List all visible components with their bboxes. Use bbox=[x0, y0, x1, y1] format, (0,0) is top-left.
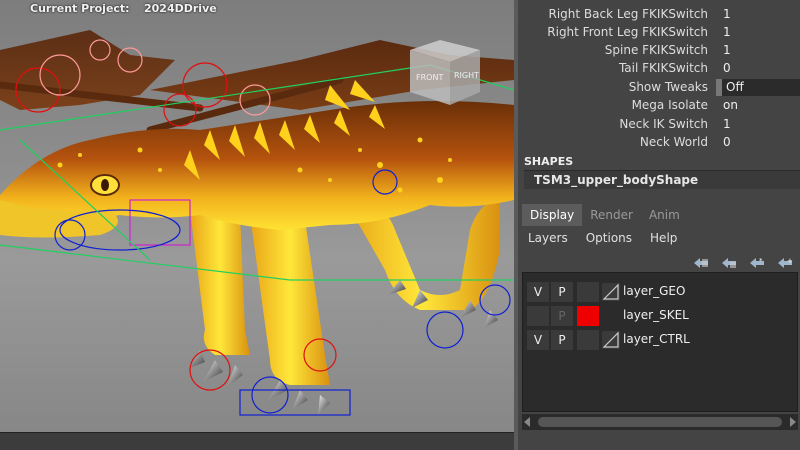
scroll-left-icon[interactable] bbox=[524, 417, 530, 427]
attr-value[interactable]: 1 bbox=[716, 116, 800, 133]
svg-text:*: * bbox=[759, 257, 763, 265]
viewcube-right-label: RIGHT bbox=[454, 71, 479, 80]
menu-options[interactable]: Options bbox=[578, 228, 640, 250]
menu-layers[interactable]: Layers bbox=[520, 228, 576, 250]
attr-row-mega-isolate[interactable]: Mega Isolate on bbox=[518, 97, 800, 115]
attr-value[interactable]: 1 bbox=[716, 42, 800, 59]
attr-value[interactable]: 0 bbox=[716, 134, 800, 151]
layer-editor: Display Render Anim Layers Options Help … bbox=[518, 202, 800, 450]
layer-menubar: Layers Options Help bbox=[518, 228, 800, 250]
new-layer-icon[interactable]: * bbox=[748, 256, 766, 270]
layer-color-swatch[interactable] bbox=[577, 282, 599, 302]
move-layer-up-icon[interactable] bbox=[692, 256, 710, 270]
visibility-toggle[interactable]: V bbox=[527, 330, 549, 350]
attr-row-spine-fkik[interactable]: Spine FKIKSwitch 1 bbox=[518, 42, 800, 60]
viewcube-icon[interactable]: FRONT RIGHT bbox=[410, 40, 480, 105]
attr-row-neck-ik-switch[interactable]: Neck IK Switch 1 bbox=[518, 116, 800, 134]
menu-help[interactable]: Help bbox=[642, 228, 685, 250]
viewport-status-strip bbox=[0, 432, 514, 450]
playback-toggle[interactable]: P bbox=[551, 330, 573, 350]
layer-name: layer_GEO bbox=[623, 284, 686, 298]
dragon-scene: FRONT RIGHT bbox=[0, 30, 514, 416]
horizontal-scrollbar[interactable] bbox=[522, 414, 798, 430]
attr-name: Neck IK Switch bbox=[619, 117, 708, 131]
shape-node-name[interactable]: TSM3_upper_bodyShape bbox=[524, 170, 800, 189]
layer-row[interactable]: P layer_SKEL bbox=[525, 305, 797, 327]
move-layer-down-icon[interactable] bbox=[720, 256, 738, 270]
attr-row-tail-fkik[interactable]: Tail FKIKSwitch 0 bbox=[518, 60, 800, 78]
layer-tabs: Display Render Anim bbox=[522, 204, 688, 226]
attr-value[interactable]: on bbox=[716, 97, 800, 114]
visibility-toggle[interactable] bbox=[527, 306, 549, 326]
playback-toggle[interactable]: P bbox=[551, 306, 573, 326]
attr-value[interactable]: 0 bbox=[716, 60, 800, 77]
display-type-icon[interactable] bbox=[601, 330, 621, 350]
layer-list: V P layer_GEO P layer_SKEL V P layer_CTR… bbox=[522, 272, 798, 412]
layer-name: layer_CTRL bbox=[623, 332, 690, 346]
attr-name: Tail FKIKSwitch bbox=[618, 61, 708, 75]
playback-toggle[interactable]: P bbox=[551, 282, 573, 302]
layer-color-swatch[interactable] bbox=[577, 330, 599, 350]
attr-row-right-back-leg-fkik[interactable]: Right Back Leg FKIKSwitch 1 bbox=[518, 6, 800, 24]
attr-row-right-front-leg-fkik[interactable]: Right Front Leg FKIKSwitch 1 bbox=[518, 24, 800, 42]
attr-value[interactable]: 1 bbox=[716, 24, 800, 41]
attr-name: Mega Isolate bbox=[631, 98, 708, 112]
layer-row[interactable]: V P layer_GEO bbox=[525, 281, 797, 303]
current-project-label: Current Project: bbox=[30, 2, 130, 15]
attr-row-show-tweaks[interactable]: Show Tweaks Off bbox=[518, 79, 800, 97]
attr-name: Spine FKIKSwitch bbox=[604, 43, 708, 57]
display-type-icon[interactable] bbox=[601, 282, 621, 302]
attr-name: Show Tweaks bbox=[628, 80, 708, 94]
scrollbar-thumb[interactable] bbox=[538, 417, 782, 427]
layer-row[interactable]: V P layer_CTRL bbox=[525, 329, 797, 351]
new-layer-selected-icon[interactable]: + bbox=[776, 256, 794, 270]
shapes-header: SHAPES bbox=[524, 155, 574, 168]
layer-color-swatch-red[interactable] bbox=[577, 306, 599, 326]
channel-box: Right Back Leg FKIKSwitch 1 Right Front … bbox=[518, 0, 800, 152]
attr-value[interactable]: 1 bbox=[716, 6, 800, 23]
viewcube-front-label: FRONT bbox=[416, 73, 443, 82]
attr-row-neck-world[interactable]: Neck World 0 bbox=[518, 134, 800, 152]
tab-render[interactable]: Render bbox=[582, 204, 641, 226]
visibility-toggle[interactable]: V bbox=[527, 282, 549, 302]
attr-value-enum[interactable]: Off bbox=[716, 79, 800, 96]
attr-name: Right Back Leg FKIKSwitch bbox=[548, 7, 708, 21]
layer-toolbar: * + bbox=[692, 256, 794, 270]
viewport-3d[interactable]: FRONT RIGHT Current Project: 2024DDrive bbox=[0, 0, 514, 432]
current-project-value: 2024DDrive bbox=[144, 2, 217, 15]
attr-name: Right Front Leg FKIKSwitch bbox=[547, 25, 708, 39]
scroll-right-icon[interactable] bbox=[790, 417, 796, 427]
attr-name: Neck World bbox=[639, 135, 708, 149]
layer-name: layer_SKEL bbox=[623, 308, 689, 322]
tab-anim[interactable]: Anim bbox=[641, 204, 688, 226]
tab-display[interactable]: Display bbox=[522, 204, 583, 226]
svg-text:+: + bbox=[787, 257, 793, 265]
